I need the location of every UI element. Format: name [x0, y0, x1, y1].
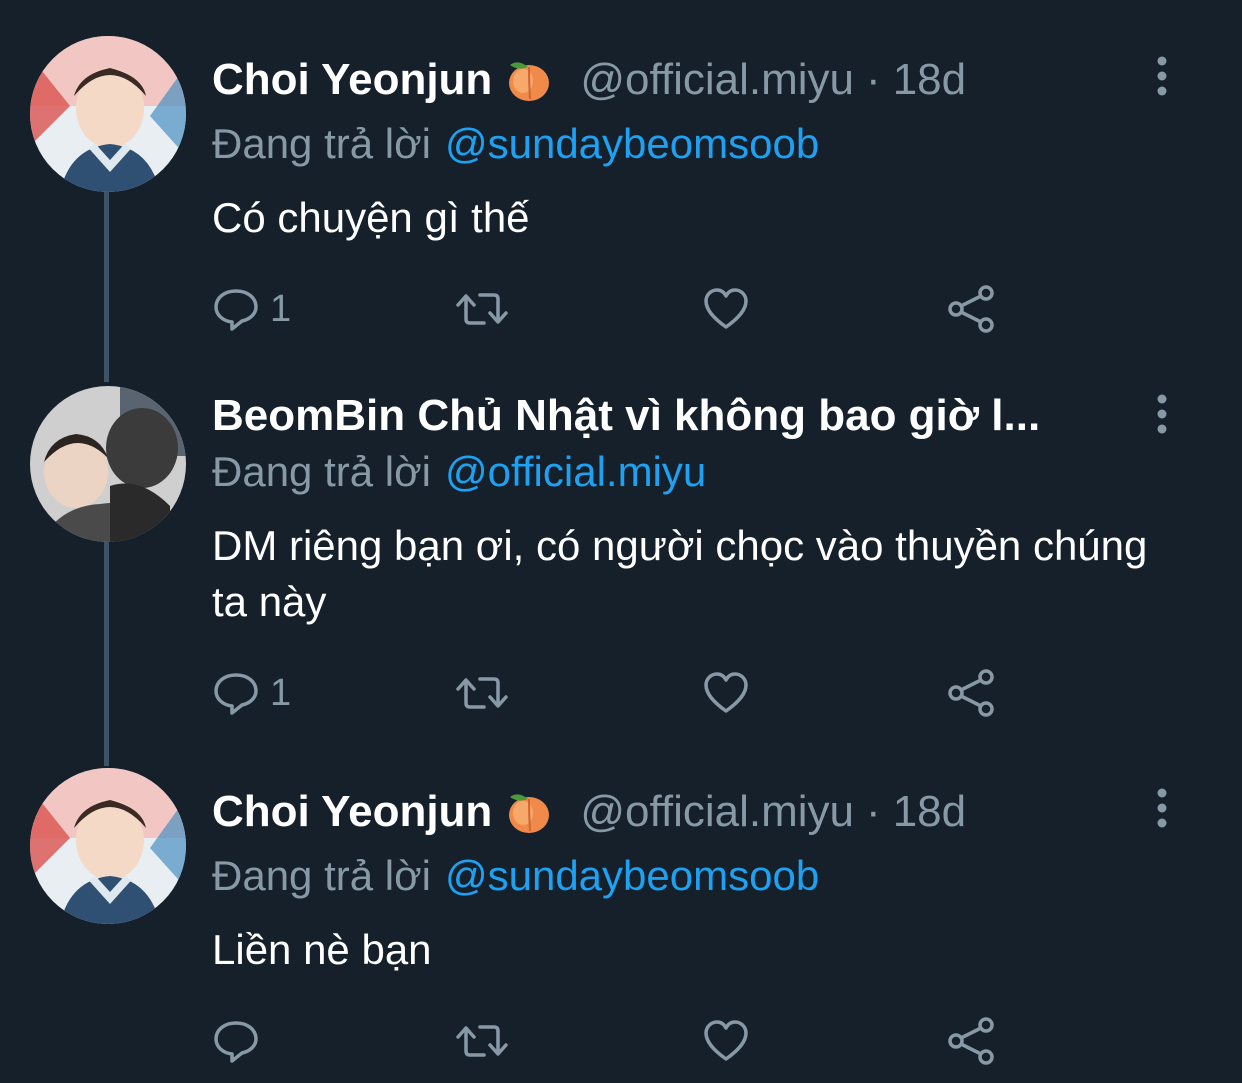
- timestamp[interactable]: 18d: [893, 55, 966, 105]
- display-name[interactable]: Choi Yeonjun: [212, 787, 492, 837]
- tweet-actions: [212, 1016, 1012, 1066]
- reply-icon: [212, 1017, 260, 1065]
- heart-icon: [702, 1017, 750, 1065]
- like-button[interactable]: [702, 284, 750, 334]
- mention-link[interactable]: @sundaybeomsoob: [445, 852, 819, 899]
- like-button[interactable]: [702, 1016, 750, 1066]
- more-vertical-icon[interactable]: [1150, 394, 1174, 434]
- reply-count: 1: [270, 287, 292, 330]
- heart-icon: [702, 669, 750, 717]
- tweet[interactable]: BeomBin Chủ Nhật vì không bao giờ l... Đ…: [0, 360, 1242, 740]
- separator-dot: ·: [866, 787, 881, 836]
- share-button[interactable]: [946, 284, 996, 334]
- retweet-button[interactable]: [454, 1016, 510, 1066]
- tweet[interactable]: Choi Yeonjun @official.miyu · 18d Đang t…: [0, 740, 1242, 1083]
- like-button[interactable]: [702, 668, 750, 718]
- replying-prefix: Đang trả lời: [212, 120, 431, 167]
- separator-dot: ·: [866, 55, 881, 104]
- tweet-actions: 1: [212, 284, 1012, 334]
- share-button[interactable]: [946, 668, 996, 718]
- share-button[interactable]: [946, 1016, 996, 1066]
- avatar[interactable]: [30, 768, 186, 924]
- avatar[interactable]: [30, 386, 186, 542]
- reply-button[interactable]: [212, 1016, 270, 1066]
- tweet-text: DM riêng bạn ơi, có người chọc vào thuyề…: [212, 522, 1148, 625]
- tweet-header: BeomBin Chủ Nhật vì không bao giờ l...: [212, 388, 1122, 444]
- reply-button[interactable]: 1: [212, 668, 291, 718]
- retweet-button[interactable]: [454, 668, 510, 718]
- heart-icon: [702, 285, 750, 333]
- display-name[interactable]: BeomBin Chủ Nhật vì không bao giờ l...: [212, 391, 1040, 441]
- more-vertical-icon[interactable]: [1150, 788, 1174, 828]
- tweet-actions: 1: [212, 668, 1012, 718]
- avatar[interactable]: [30, 36, 186, 192]
- timestamp[interactable]: 18d: [893, 787, 966, 837]
- tweet-thread: Choi Yeonjun @official.miyu · 18d Đang t…: [0, 0, 1242, 1083]
- share-icon: [946, 669, 996, 717]
- share-icon: [946, 285, 996, 333]
- mention-link[interactable]: @official.miyu: [445, 448, 706, 495]
- tweet-text: Có chuyện gì thế: [212, 194, 530, 241]
- replying-to: Đang trả lời @official.miyu: [212, 448, 706, 496]
- retweet-icon: [454, 1017, 510, 1065]
- retweet-icon: [454, 669, 510, 717]
- tweet-header: Choi Yeonjun @official.miyu · 18d: [212, 784, 1122, 840]
- user-handle[interactable]: @official.miyu: [580, 787, 854, 837]
- reply-button[interactable]: 1: [212, 284, 291, 334]
- peach-emoji-icon: [506, 789, 552, 835]
- tweet[interactable]: Choi Yeonjun @official.miyu · 18d Đang t…: [0, 0, 1242, 360]
- peach-emoji-icon: [506, 57, 552, 103]
- replying-prefix: Đang trả lời: [212, 852, 431, 899]
- retweet-icon: [454, 285, 510, 333]
- replying-prefix: Đang trả lời: [212, 448, 431, 495]
- user-handle[interactable]: @official.miyu: [580, 55, 854, 105]
- replying-to: Đang trả lời @sundaybeomsoob: [212, 852, 819, 900]
- tweet-header: Choi Yeonjun @official.miyu · 18d: [212, 52, 1122, 108]
- share-icon: [946, 1017, 996, 1065]
- retweet-button[interactable]: [454, 284, 510, 334]
- reply-icon: [212, 285, 260, 333]
- display-name[interactable]: Choi Yeonjun: [212, 55, 492, 105]
- reply-count: 1: [270, 671, 292, 714]
- mention-link[interactable]: @sundaybeomsoob: [445, 120, 819, 167]
- reply-icon: [212, 669, 260, 717]
- more-vertical-icon[interactable]: [1150, 56, 1174, 96]
- replying-to: Đang trả lời @sundaybeomsoob: [212, 120, 819, 168]
- tweet-text: Liền nè bạn: [212, 926, 432, 973]
